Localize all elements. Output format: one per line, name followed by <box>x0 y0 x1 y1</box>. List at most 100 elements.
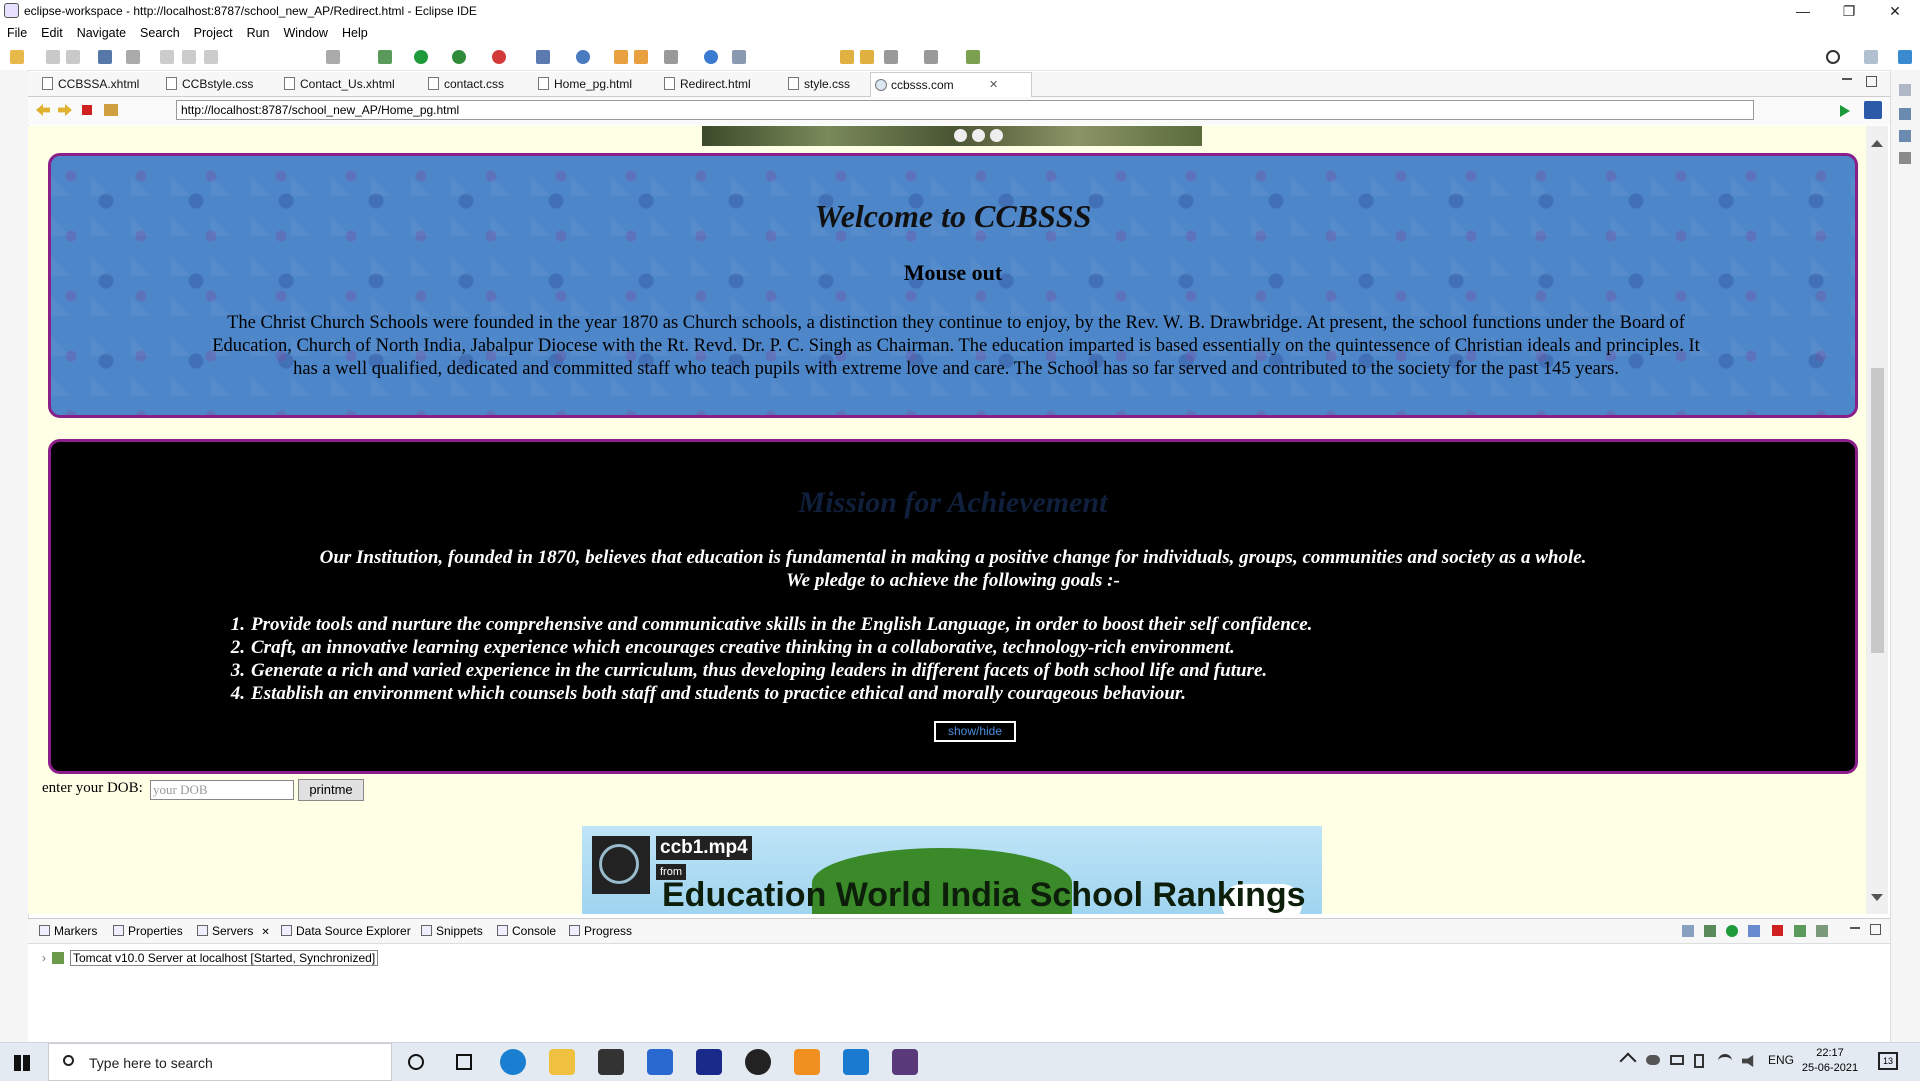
windows-start-icon[interactable] <box>14 1055 30 1071</box>
open-perspective-icon[interactable] <box>1864 50 1878 64</box>
file-explorer-icon[interactable] <box>549 1049 575 1075</box>
channel-avatar[interactable] <box>592 836 650 894</box>
tab-home-pg-html[interactable]: Home_pg.html <box>534 72 632 96</box>
terminate-icon[interactable] <box>204 50 218 64</box>
slide-dot[interactable] <box>972 129 985 142</box>
close-window-button[interactable]: ✕ <box>1872 0 1918 22</box>
volume-icon[interactable] <box>1742 1055 1754 1067</box>
profile-server-icon[interactable] <box>1748 925 1760 937</box>
eclipse-taskbar-icon[interactable] <box>892 1049 918 1075</box>
xbox-icon[interactable] <box>745 1049 771 1075</box>
resume-icon[interactable] <box>160 50 174 64</box>
toggle-mark-icon[interactable] <box>326 50 340 64</box>
tab-style-css[interactable]: style.css <box>784 72 850 96</box>
tab-snippets[interactable]: Snippets <box>420 919 483 943</box>
menu-help[interactable]: Help <box>335 22 375 44</box>
tab-markers[interactable]: Markers <box>38 919 97 943</box>
new-icon[interactable] <box>10 50 24 64</box>
language-indicator[interactable]: ENG <box>1768 1053 1794 1067</box>
maximize-button[interactable]: ❐ <box>1826 0 1872 22</box>
server-tree-row[interactable]: › Tomcat v10.0 Server at localhost [Start… <box>42 949 379 967</box>
tab-console[interactable]: Console <box>496 919 556 943</box>
refresh-icon[interactable] <box>104 104 118 116</box>
coverage-icon[interactable] <box>452 50 466 64</box>
menu-project[interactable]: Project <box>187 22 240 44</box>
photo-app-icon[interactable] <box>794 1049 820 1075</box>
back-icon[interactable] <box>840 50 854 64</box>
menu-window[interactable]: Window <box>277 22 335 44</box>
tab-ccbstyle-css[interactable]: CCBstyle.css <box>162 72 253 96</box>
doc-icon[interactable] <box>1899 152 1911 164</box>
go-icon[interactable] <box>1840 105 1850 117</box>
web-browser-icon[interactable] <box>704 50 718 64</box>
skip-breakpoints-icon[interactable] <box>126 50 140 64</box>
menu-run[interactable]: Run <box>240 22 277 44</box>
suspend-icon[interactable] <box>182 50 196 64</box>
start-server-icon[interactable] <box>1726 925 1738 937</box>
pin-editor-icon[interactable] <box>966 50 980 64</box>
tab-contact-us-xhtml[interactable]: Contact_Us.xhtml <box>280 72 395 96</box>
device-icon[interactable] <box>1694 1054 1704 1068</box>
printme-button[interactable]: printme <box>298 779 364 801</box>
stop-icon[interactable] <box>82 105 92 115</box>
dob-input[interactable]: your DOB <box>150 780 294 800</box>
url-input[interactable]: http://localhost:8787/school_new_AP/Home… <box>176 100 1754 120</box>
wifi-icon[interactable] <box>1718 1054 1732 1068</box>
menu-search[interactable]: Search <box>133 22 187 44</box>
open-type-icon[interactable] <box>614 50 628 64</box>
open-task-icon[interactable] <box>634 50 648 64</box>
system-clock[interactable]: 22:17 25-06-2021 <box>1800 1046 1860 1076</box>
new-server-icon[interactable] <box>536 50 550 64</box>
tab-properties[interactable]: Properties <box>112 919 183 943</box>
expand-chevron-icon[interactable]: › <box>42 951 46 965</box>
save-all-icon[interactable] <box>66 50 80 64</box>
maximize-editor-icon[interactable] <box>1866 76 1877 87</box>
new-class-icon[interactable] <box>576 50 590 64</box>
tab-redirect-html[interactable]: Redirect.html <box>660 72 751 96</box>
vscode-icon[interactable] <box>843 1049 869 1075</box>
menu-navigate[interactable]: Navigate <box>70 22 133 44</box>
close-tab-icon[interactable]: ✕ <box>989 73 998 97</box>
save-icon[interactable] <box>46 50 60 64</box>
debug-server-icon[interactable] <box>1704 925 1716 937</box>
slide-dot[interactable] <box>954 129 967 142</box>
tab-progress[interactable]: Progress <box>568 919 632 943</box>
outline-icon[interactable] <box>1899 108 1911 120</box>
maximize-panel-icon[interactable] <box>1870 924 1881 935</box>
forward-icon[interactable] <box>860 50 874 64</box>
tab-ccbssa-xhtml[interactable]: CCBSSA.xhtml <box>38 72 139 96</box>
edge-icon[interactable] <box>500 1049 526 1075</box>
run-icon[interactable] <box>414 50 428 64</box>
tab-servers[interactable]: Servers ✕ <box>196 919 270 943</box>
back-arrow-icon[interactable] <box>36 104 50 116</box>
battery-icon[interactable] <box>1670 1055 1684 1065</box>
clean-icon[interactable] <box>1816 925 1828 937</box>
task-list-icon[interactable] <box>1899 130 1911 142</box>
minimize-editor-icon[interactable] <box>1842 78 1852 80</box>
external-tools-icon[interactable] <box>492 50 506 64</box>
next-edit-icon[interactable] <box>924 50 938 64</box>
video-player[interactable]: ccb1.mp4 from Education World India Scho… <box>582 826 1322 914</box>
open-external-icon[interactable] <box>1864 101 1882 119</box>
stop-server-icon[interactable] <box>1772 925 1783 936</box>
cloud-icon[interactable] <box>1646 1055 1660 1065</box>
tab-data-source-explorer[interactable]: Data Source Explorer <box>280 919 411 943</box>
annotation-icon[interactable] <box>732 50 746 64</box>
forward-arrow-icon[interactable] <box>58 104 72 116</box>
publish-icon[interactable] <box>1794 925 1806 937</box>
task-view-icon[interactable] <box>456 1054 472 1070</box>
minimize-button[interactable]: — <box>1780 0 1826 22</box>
menu-edit[interactable]: Edit <box>34 22 70 44</box>
cortana-icon[interactable] <box>408 1054 424 1070</box>
collapse-all-icon[interactable] <box>1682 925 1694 937</box>
mail-icon[interactable] <box>647 1049 673 1075</box>
notifications-icon[interactable]: 13 <box>1878 1052 1898 1070</box>
java-ee-perspective-icon[interactable] <box>1898 50 1912 64</box>
restore-icon[interactable] <box>1899 84 1911 96</box>
scroll-down-icon[interactable] <box>1871 894 1883 901</box>
search-icon[interactable] <box>1826 50 1840 64</box>
welcome-section[interactable]: Welcome to CCBSSS Mouse out The Christ C… <box>48 153 1858 418</box>
azure-studio-icon[interactable] <box>696 1049 722 1075</box>
debug-icon[interactable] <box>378 50 392 64</box>
chevron-up-icon[interactable] <box>1619 1052 1637 1070</box>
